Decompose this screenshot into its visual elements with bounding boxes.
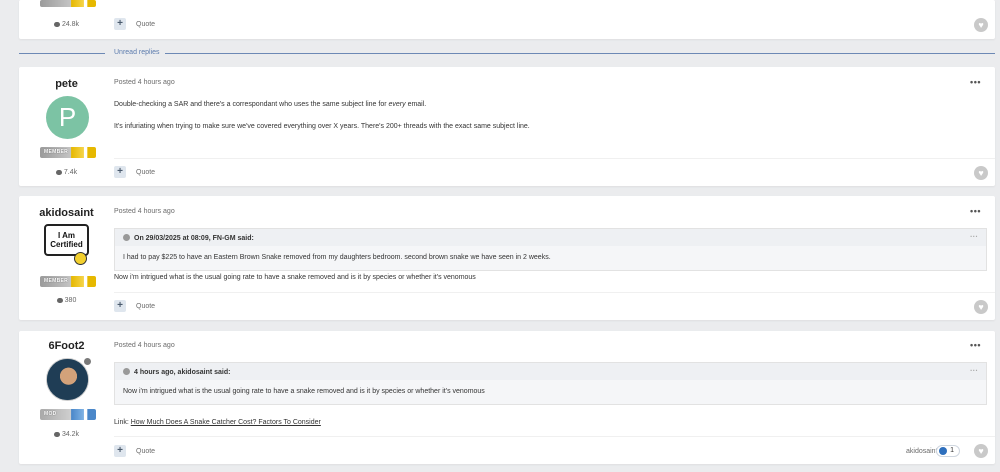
avatar[interactable] <box>46 358 89 401</box>
post-card: pete P MEMBER 7.4k Posted 4 hours ago ••… <box>19 67 995 186</box>
author-name[interactable]: 6Foot2 <box>19 340 114 352</box>
quote-source-icon <box>123 368 130 375</box>
reaction-count-badge[interactable]: 1 <box>936 445 960 457</box>
more-dots-icon[interactable]: ••• <box>970 206 981 216</box>
post-count: 24.8k <box>19 21 114 28</box>
post-card: akidosaint I Am Certified MEMBER 380 Post… <box>19 196 995 320</box>
avatar[interactable]: I Am Certified <box>44 224 89 267</box>
rank-badge: MEMBER <box>40 276 96 287</box>
post-body-line: Double-checking a SAR and there's a corr… <box>114 101 427 108</box>
comment-bubble-icon <box>56 297 63 303</box>
author-name[interactable]: akidosaint <box>19 207 114 219</box>
quote-button[interactable]: Quote <box>136 169 155 176</box>
avatar-photo <box>47 359 88 400</box>
quote-button[interactable]: Quote <box>136 448 155 455</box>
quote-text: I had to pay $225 to have an Eastern Bro… <box>115 246 986 270</box>
avatar-certified-sign: I Am Certified <box>44 224 89 256</box>
footer-separator <box>114 158 995 159</box>
quote-header[interactable]: 4 hours ago, akidosaint said: ··· <box>115 363 986 380</box>
post-count: 380 <box>19 297 114 304</box>
avatar-smiley <box>74 252 87 265</box>
post-card-previous: 24.8k + Quote ♥ <box>19 0 995 39</box>
post-count: 7.4k <box>19 169 114 176</box>
like-reaction-icon <box>939 447 947 455</box>
multiquote-button[interactable]: + <box>114 166 126 178</box>
post-link-line: Link: How Much Does A Snake Catcher Cost… <box>114 419 321 426</box>
post-body-line: It's infuriating when trying to make sur… <box>114 123 530 130</box>
post-timestamp[interactable]: Posted 4 hours ago <box>114 342 175 349</box>
divider-line <box>165 53 995 54</box>
article-link[interactable]: How Much Does A Snake Catcher Cost? Fact… <box>131 419 321 426</box>
post-card: 6Foot2 MOD 34.2k Posted 4 hours ago ••• … <box>19 331 995 464</box>
quote-dots-icon[interactable]: ··· <box>970 232 978 241</box>
heart-icon[interactable]: ♥ <box>974 18 988 32</box>
multiquote-button[interactable]: + <box>114 445 126 457</box>
heart-icon[interactable]: ♥ <box>974 300 988 314</box>
multiquote-button[interactable]: + <box>114 300 126 312</box>
moderator-badge-icon <box>83 357 92 366</box>
post-body-line: Now i'm intrigued what is the usual goin… <box>114 274 476 281</box>
heart-icon[interactable]: ♥ <box>974 444 988 458</box>
quote-button[interactable]: Quote <box>136 21 155 28</box>
rank-badge <box>40 0 96 7</box>
unread-replies-divider: Unread replies <box>19 49 995 59</box>
footer-separator <box>114 292 995 293</box>
comment-bubble-icon <box>53 431 60 437</box>
rank-badge: MOD <box>40 409 96 420</box>
quote-button[interactable]: Quote <box>136 303 155 310</box>
multiquote-button[interactable]: + <box>114 18 126 30</box>
heart-icon[interactable]: ♥ <box>974 166 988 180</box>
quote-text: Now i'm intrigued what is the usual goin… <box>115 380 986 404</box>
more-dots-icon[interactable]: ••• <box>970 340 981 350</box>
liked-by-user[interactable]: akidosaint <box>906 448 938 455</box>
comment-bubble-icon <box>55 169 62 175</box>
quote-block: On 29/03/2025 at 08:09, FN-GM said: ··· … <box>114 228 987 271</box>
quote-source-icon <box>123 234 130 241</box>
author-name[interactable]: pete <box>19 78 114 90</box>
divider-line <box>19 53 105 54</box>
quote-dots-icon[interactable]: ··· <box>970 366 978 375</box>
comment-bubble-icon <box>53 21 60 27</box>
unread-label: Unread replies <box>114 49 160 56</box>
quote-block: 4 hours ago, akidosaint said: ··· Now i'… <box>114 362 987 405</box>
post-timestamp[interactable]: Posted 4 hours ago <box>114 79 175 86</box>
footer-separator <box>114 436 995 437</box>
avatar-letter: P <box>58 102 77 132</box>
post-count: 34.2k <box>19 431 114 438</box>
post-timestamp[interactable]: Posted 4 hours ago <box>114 208 175 215</box>
avatar[interactable]: P <box>46 96 89 139</box>
rank-badge: MEMBER <box>40 147 96 158</box>
more-dots-icon[interactable]: ••• <box>970 77 981 87</box>
quote-header[interactable]: On 29/03/2025 at 08:09, FN-GM said: ··· <box>115 229 986 246</box>
